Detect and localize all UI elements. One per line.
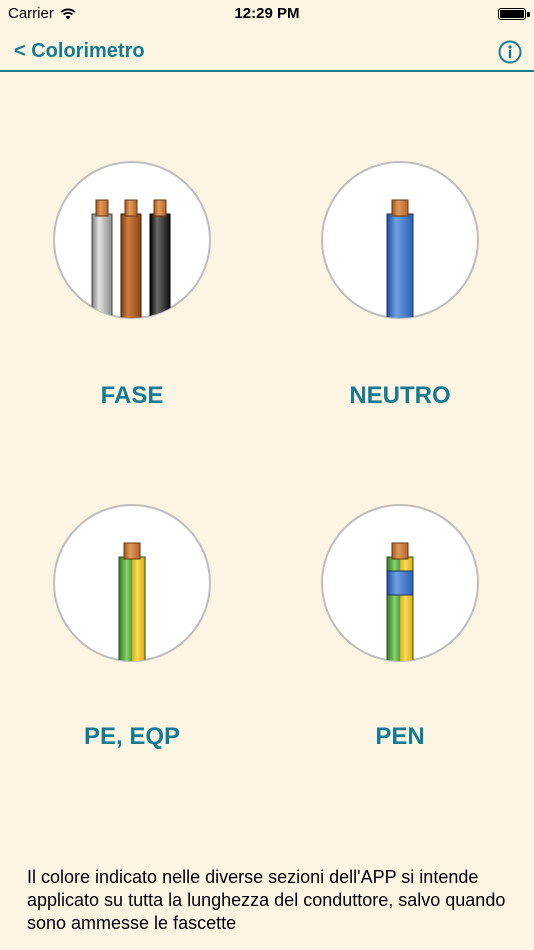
cable-label-fase: FASE [100, 382, 164, 409]
back-button[interactable]: < Colorimetro [14, 40, 145, 63]
cable-pe-eqp[interactable]: PE, EQP [22, 503, 242, 750]
status-bar: Carrier 12:29 PM [0, 0, 534, 28]
status-time: 12:29 PM [234, 5, 300, 22]
cable-neutro[interactable]: NEUTRO [290, 160, 510, 409]
battery-icon [498, 8, 526, 20]
cable-fase[interactable]: FASE [22, 160, 242, 409]
pe-eqp-cable-icon [53, 504, 211, 662]
cable-label-neutro: NEUTRO [349, 382, 451, 409]
nav-bar: < Colorimetro [0, 28, 534, 72]
neutro-cable-icon [321, 161, 479, 319]
cable-pen[interactable]: PEN [290, 503, 510, 750]
footer-note: Il colore indicato nelle diverse sezioni… [27, 867, 506, 933]
pen-cable-icon [321, 504, 479, 662]
cable-label-pe-eqp: PE, EQP [83, 723, 181, 750]
fase-cable-icon [53, 161, 211, 319]
info-icon[interactable] [498, 40, 522, 64]
cable-label-pen: PEN [375, 723, 425, 750]
